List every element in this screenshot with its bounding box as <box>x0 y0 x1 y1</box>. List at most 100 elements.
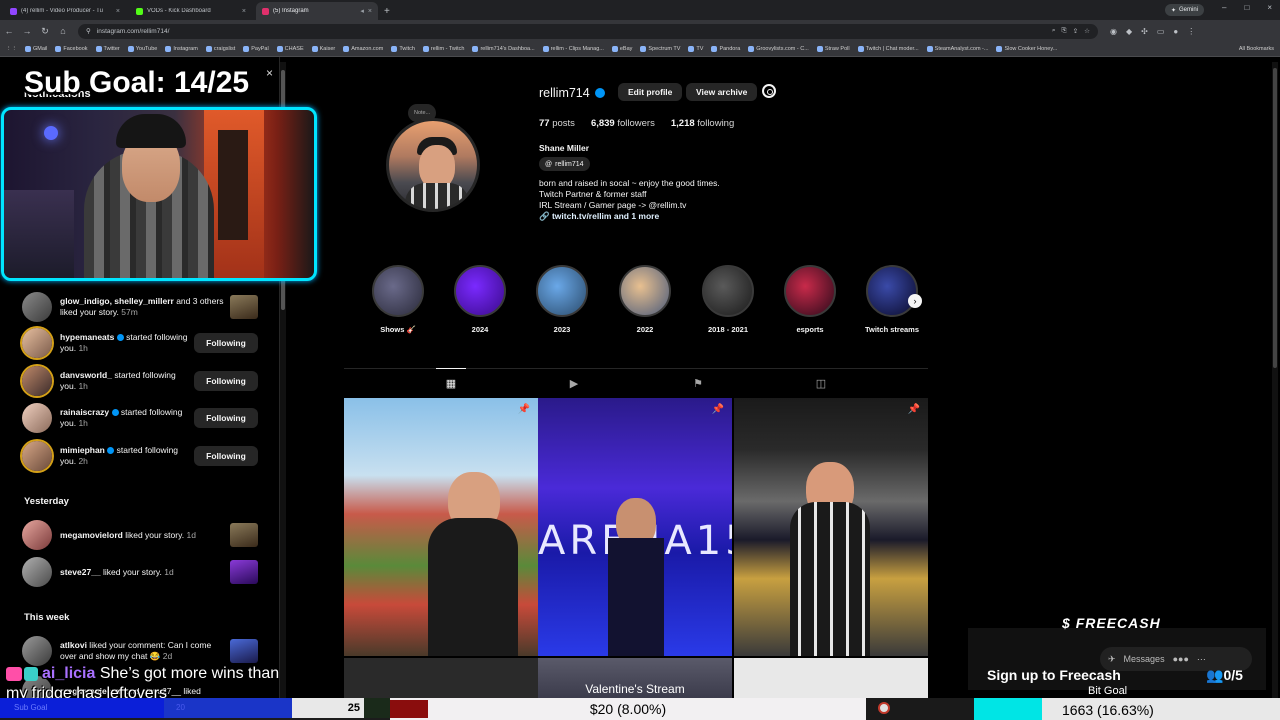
avatar[interactable] <box>22 403 52 433</box>
following-button[interactable]: Following <box>194 371 258 391</box>
avatar[interactable] <box>22 366 52 396</box>
following-button[interactable]: Following <box>194 333 258 353</box>
profile-picture[interactable] <box>386 118 480 212</box>
notification-user[interactable]: megamovielord <box>60 530 123 540</box>
bookmark-star-icon[interactable]: ☆ <box>1084 27 1090 35</box>
extensions-puzzle-icon[interactable]: ✣ <box>1141 27 1148 36</box>
gemini-button[interactable]: ✦ Gemini <box>1164 4 1204 16</box>
install-icon[interactable]: ⎘ <box>1062 27 1067 35</box>
notification-row[interactable]: glow_indigo, shelley_millerr and 3 other… <box>22 292 258 322</box>
maximize-button[interactable]: □ <box>1244 3 1249 12</box>
avatar[interactable] <box>22 292 52 322</box>
reload-icon[interactable]: ↻ <box>36 26 54 37</box>
bookmark-item[interactable]: craigslist <box>205 46 235 52</box>
edit-profile-button[interactable]: Edit profile <box>618 83 683 101</box>
close-window-button[interactable]: × <box>1267 3 1272 12</box>
bookmark-item[interactable]: Spectrum TV <box>640 46 680 52</box>
story-thumbnail[interactable] <box>230 639 258 663</box>
settings-gear-icon[interactable] <box>762 84 776 98</box>
new-tab-button[interactable]: + <box>384 6 390 17</box>
browser-tab-active[interactable]: (5) Instagram ◂ × <box>256 2 378 20</box>
highlight-item[interactable]: 2024 <box>450 265 510 334</box>
menu-kebab-icon[interactable]: ⋮ <box>1187 27 1195 36</box>
avatar[interactable] <box>22 441 52 471</box>
story-thumbnail[interactable] <box>230 523 258 547</box>
bookmark-item[interactable]: CHASE <box>276 46 304 52</box>
post-thumbnail[interactable] <box>734 658 928 700</box>
notification-row[interactable]: steve27__ liked your story. 1d <box>22 557 258 587</box>
bookmark-item[interactable]: YouTube <box>127 46 157 52</box>
bookmark-item[interactable]: SteamAnalyst.com -... <box>926 46 988 52</box>
bookmark-item[interactable]: rellim - Twitch <box>422 46 464 52</box>
highlight-item[interactable]: 2023 <box>532 265 592 334</box>
post-thumbnail[interactable] <box>344 658 538 700</box>
bookmark-item[interactable]: GMail <box>25 46 47 52</box>
extension-icon[interactable]: ◉ <box>1110 27 1117 36</box>
bookmark-item[interactable]: rellim - Clips Manag... <box>542 46 604 52</box>
post-thumbnail[interactable]: 📌 <box>344 398 538 656</box>
forward-icon[interactable]: → <box>18 26 36 36</box>
notification-row[interactable]: mimiephan started following you. 2h Foll… <box>22 441 258 471</box>
share-icon[interactable]: ⇪ <box>1073 27 1078 35</box>
story-thumbnail[interactable] <box>230 295 258 319</box>
bookmark-item[interactable]: Slow Cooker Honey... <box>996 46 1057 52</box>
bookmark-item[interactable]: Facebook <box>55 46 88 52</box>
highlight-item[interactable]: 2022 <box>615 265 675 334</box>
notification-row[interactable]: hypemaneats started following you. 1h Fo… <box>22 328 258 358</box>
home-icon[interactable]: ⌂ <box>54 26 72 36</box>
bookmark-item[interactable]: Instagram <box>165 46 198 52</box>
post-thumbnail[interactable]: ARENA15 📌 <box>538 398 732 656</box>
zoom-icon[interactable]: ⌕ <box>1052 27 1056 35</box>
page-scrollbar[interactable] <box>1272 62 1278 710</box>
notification-user[interactable]: steve27__ <box>60 567 101 577</box>
apps-grid-icon[interactable]: ⋮⋮ <box>6 46 17 52</box>
notification-row[interactable]: megamovielord liked your story. 1d <box>22 520 258 550</box>
notification-user[interactable]: hypemaneats <box>60 332 114 342</box>
highlight-item[interactable]: esports <box>780 265 840 334</box>
bookmark-item[interactable]: rellim714's Dashboa... <box>472 46 535 52</box>
bookmark-item[interactable]: Twitch | Chat moder... <box>857 46 919 52</box>
sidepanel-icon[interactable]: ▭ <box>1157 27 1165 36</box>
minimize-button[interactable]: – <box>1222 3 1226 12</box>
bookmark-item[interactable]: Amazon.com <box>343 46 383 52</box>
close-tab-icon[interactable]: × <box>116 8 120 15</box>
notification-user[interactable]: atlkovi <box>60 640 87 650</box>
browser-tab[interactable]: (4) rellim - Video Producer - Tu × <box>4 2 126 20</box>
notification-row[interactable]: atlkovi liked your comment: Can I come o… <box>22 636 258 666</box>
avatar[interactable] <box>22 636 52 666</box>
notification-user[interactable]: rainaiscrazy <box>60 407 109 417</box>
notification-user[interactable]: danvsworld_ <box>60 370 112 380</box>
scrollbar-thumb[interactable] <box>1273 68 1277 368</box>
bookmark-item[interactable]: Twitch <box>391 46 415 52</box>
address-bar[interactable]: ⚲ instagram.com/rellim714/ ⌕ ⎘ ⇪ ☆ <box>78 23 1098 39</box>
bookmark-item[interactable]: eBay <box>611 46 632 52</box>
bookmark-item[interactable]: Groovylists.com - C... <box>748 46 809 52</box>
tagged-icon[interactable]: ◫ <box>814 377 828 391</box>
highlight-item[interactable]: 2018 - 2021 <box>698 265 758 334</box>
saved-bookmark-icon[interactable]: ⚑ <box>691 377 705 391</box>
notification-row[interactable]: danvsworld_ started following you. 1h Fo… <box>22 366 258 396</box>
view-archive-button[interactable]: View archive <box>686 83 758 101</box>
following-button[interactable]: Following <box>194 446 258 466</box>
story-thumbnail[interactable] <box>230 560 258 584</box>
profile-avatar-icon[interactable]: ● <box>1173 27 1178 36</box>
bookmark-item[interactable]: Pandora <box>711 46 740 52</box>
threads-badge[interactable]: @ rellim714 <box>539 157 590 171</box>
post-thumbnail[interactable]: 📌 <box>734 398 928 656</box>
avatar[interactable] <box>22 557 52 587</box>
all-bookmarks-button[interactable]: All Bookmarks <box>1234 46 1274 52</box>
bookmark-item[interactable]: TV <box>688 46 703 52</box>
notification-user[interactable]: mimiephan <box>60 445 105 455</box>
bookmark-item[interactable]: Straw Poll <box>816 46 850 52</box>
extension-icon[interactable]: ◆ <box>1126 27 1132 36</box>
notification-row[interactable]: rainaiscrazy started following you. 1h F… <box>22 403 258 433</box>
browser-tab[interactable]: VODs - Kick Dashboard × <box>130 2 252 20</box>
followers-stat[interactable]: 6,839 followers <box>591 118 655 129</box>
back-icon[interactable]: ← <box>0 26 18 36</box>
bookmark-item[interactable]: Twitter <box>95 46 120 52</box>
chevron-right-icon[interactable]: › <box>908 294 922 308</box>
bio-link[interactable]: 🔗 twitch.tv/rellim and 1 more <box>539 211 720 222</box>
avatar[interactable] <box>22 520 52 550</box>
bookmark-item[interactable]: Kaiser <box>311 46 335 52</box>
highlight-item[interactable]: Shows 🎸 <box>368 265 428 334</box>
